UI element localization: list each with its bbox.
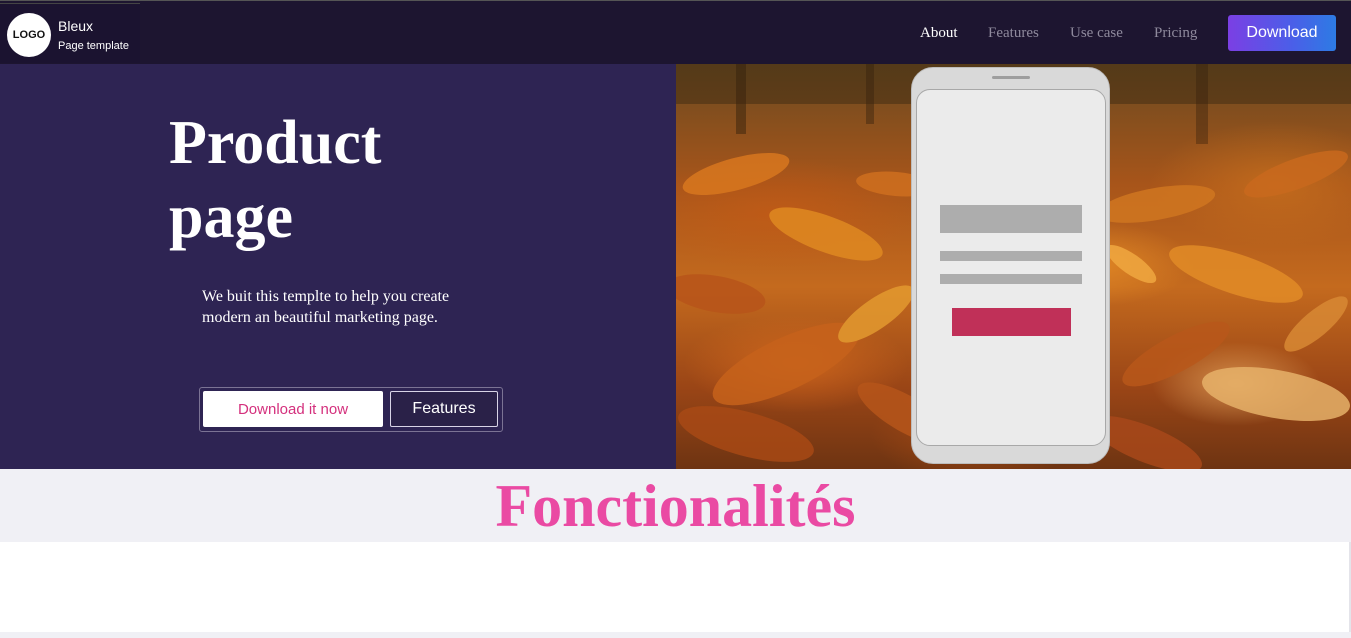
features-title: Fonctionalités — [495, 473, 856, 539]
nav-link-about[interactable]: About — [920, 25, 958, 42]
phone-mockup — [911, 67, 1110, 464]
placeholder-text-line — [940, 251, 1082, 261]
placeholder-title-block — [940, 205, 1082, 233]
download-it-now-button[interactable]: Download it now — [203, 391, 383, 427]
nav-link-pricing[interactable]: Pricing — [1154, 25, 1197, 42]
brand[interactable]: LOGO Bleux Page template — [0, 3, 140, 63]
top-navbar: LOGO Bleux Page template About Features … — [0, 0, 1351, 64]
brand-name: Bleux — [58, 18, 94, 34]
phone-speaker — [992, 76, 1030, 79]
hero-cta-group: Download it now Features — [199, 387, 503, 432]
logo[interactable]: LOGO — [7, 13, 51, 57]
nav-link-features[interactable]: Features — [988, 25, 1039, 42]
nav-link-use-case[interactable]: Use case — [1070, 25, 1123, 42]
phone-screen — [916, 89, 1106, 446]
brand-subtitle: Page template — [58, 40, 129, 52]
placeholder-text-line — [940, 274, 1082, 284]
features-button[interactable]: Features — [390, 391, 498, 427]
hero-description: We buit this templte to help you create … — [202, 288, 450, 326]
download-button[interactable]: Download — [1228, 15, 1336, 51]
placeholder-button-block — [952, 308, 1071, 336]
hero-title: Product page — [169, 109, 382, 251]
features-content-area — [0, 542, 1351, 632]
